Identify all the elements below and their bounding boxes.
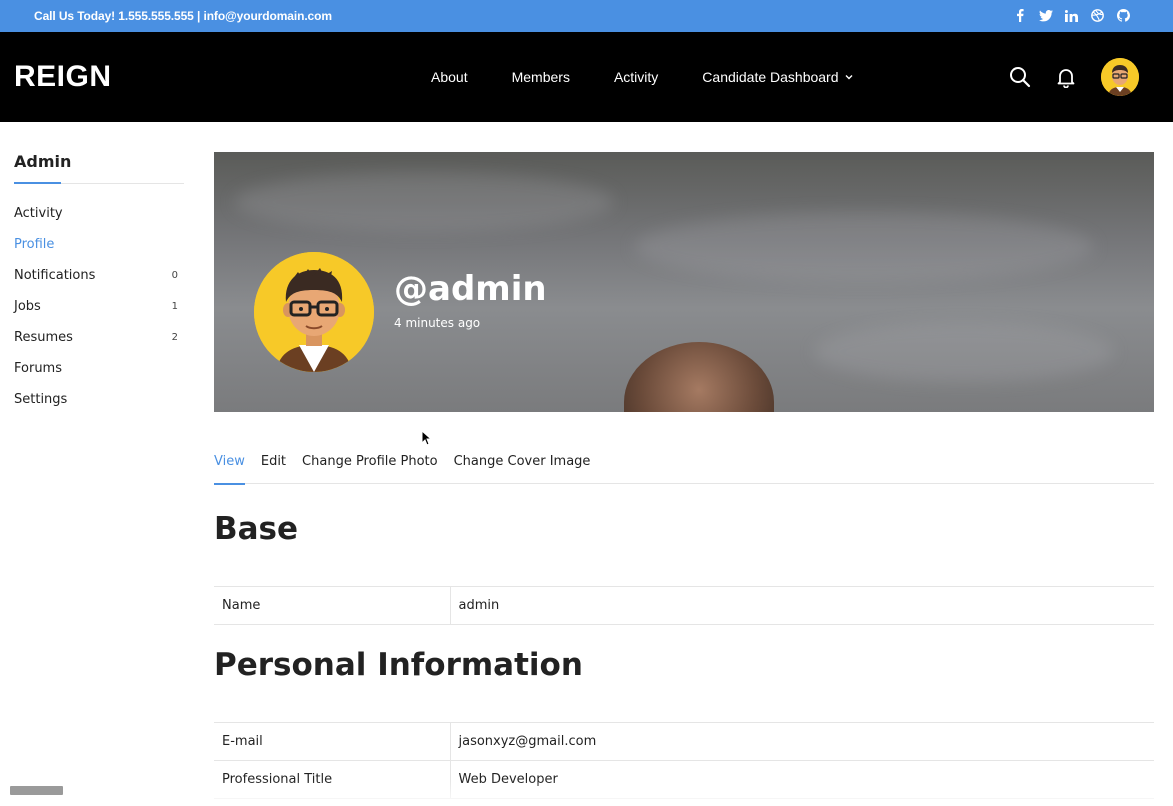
chevron-down-icon	[845, 75, 853, 80]
mouse-cursor-icon	[421, 429, 433, 451]
nav-members[interactable]: Members	[512, 69, 570, 85]
section-title-base: Base	[214, 511, 299, 547]
cover-cloud	[234, 172, 614, 232]
dribbble-icon[interactable]	[1090, 8, 1105, 23]
social-links	[1012, 8, 1131, 23]
field-label: Name	[214, 586, 451, 625]
bell-icon[interactable]	[1055, 66, 1077, 89]
profile-tabs: View Edit Change Profile Photo Change Co…	[214, 452, 1154, 485]
user-avatar[interactable]	[1101, 58, 1139, 96]
cover-cloud	[814, 322, 1114, 382]
facebook-icon[interactable]	[1012, 8, 1027, 23]
twitter-icon[interactable]	[1038, 8, 1053, 23]
sidebar-item-label: Settings	[14, 392, 68, 407]
watermark-badge	[10, 786, 63, 795]
sidebar-item-label: Notifications	[14, 268, 96, 283]
field-label: E-mail	[214, 722, 451, 761]
sidebar-item-label: Activity	[14, 206, 63, 221]
profile-sidebar: Admin Activity Profile Notifications 0 Jo…	[14, 152, 184, 415]
profile-last-active: 4 minutes ago	[394, 316, 481, 330]
sidebar-item-forums[interactable]: Forums	[14, 353, 184, 384]
sidebar-item-label: Jobs	[14, 299, 41, 314]
nav-candidate-dashboard[interactable]: Candidate Dashboard	[702, 69, 853, 85]
contact-info: Call Us Today! 1.555.555.555 | info@your…	[34, 9, 332, 23]
linkedin-icon[interactable]	[1064, 8, 1079, 23]
cover-photo-subject	[624, 342, 774, 412]
github-icon[interactable]	[1116, 8, 1131, 23]
nav-label: Candidate Dashboard	[702, 69, 839, 85]
tab-change-cover-image[interactable]: Change Cover Image	[454, 452, 591, 484]
nav-label: Activity	[613, 69, 659, 85]
main-header: REIGN About Members Activity Candidate D…	[0, 32, 1173, 122]
section-title-personal: Personal Information	[214, 647, 583, 683]
profile-cover-image: @admin 4 minutes ago	[214, 152, 1154, 412]
search-icon[interactable]	[1009, 66, 1031, 88]
sidebar-item-notifications[interactable]: Notifications 0	[14, 260, 184, 291]
sidebar-item-jobs[interactable]: Jobs 1	[14, 291, 184, 322]
field-value: admin	[450, 586, 1154, 625]
sidebar-menu: Activity Profile Notifications 0 Jobs 1 Re…	[14, 198, 184, 415]
field-value: jasonxyz@gmail.com	[450, 722, 1154, 761]
main-nav: About Members Activity Candidate Dashboa…	[431, 69, 897, 85]
sidebar-item-count: 2	[171, 332, 178, 343]
sidebar-item-settings[interactable]: Settings	[14, 384, 184, 415]
sidebar-item-label: Resumes	[14, 330, 73, 345]
sidebar-item-profile[interactable]: Profile	[14, 229, 184, 260]
site-logo[interactable]: REIGN	[14, 60, 112, 94]
tab-change-profile-photo[interactable]: Change Profile Photo	[302, 452, 438, 484]
sidebar-title: Admin	[14, 152, 184, 184]
sidebar-item-activity[interactable]: Activity	[14, 198, 184, 229]
sidebar-item-resumes[interactable]: Resumes 2	[14, 322, 184, 353]
sidebar-item-count: 1	[171, 301, 178, 312]
sidebar-item-label: Profile	[14, 237, 55, 252]
tab-edit[interactable]: Edit	[261, 452, 286, 484]
nav-label: About	[431, 69, 468, 85]
nav-about[interactable]: About	[431, 69, 468, 85]
top-bar: Call Us Today! 1.555.555.555 | info@your…	[0, 0, 1173, 32]
table-row: E-mail jasonxyz@gmail.com	[214, 722, 1154, 761]
profile-username: @admin	[394, 269, 547, 309]
sidebar-item-label: Forums	[14, 361, 62, 376]
profile-avatar[interactable]	[254, 252, 374, 372]
base-fields-table: Name admin	[214, 586, 1154, 625]
bottom-fade	[0, 780, 1173, 806]
cover-cloud	[634, 212, 1094, 282]
table-row: Name admin	[214, 586, 1154, 625]
nav-label: Members	[511, 69, 570, 85]
nav-activity[interactable]: Activity	[614, 69, 658, 85]
sidebar-item-count: 0	[171, 270, 178, 281]
tab-view[interactable]: View	[214, 452, 245, 485]
